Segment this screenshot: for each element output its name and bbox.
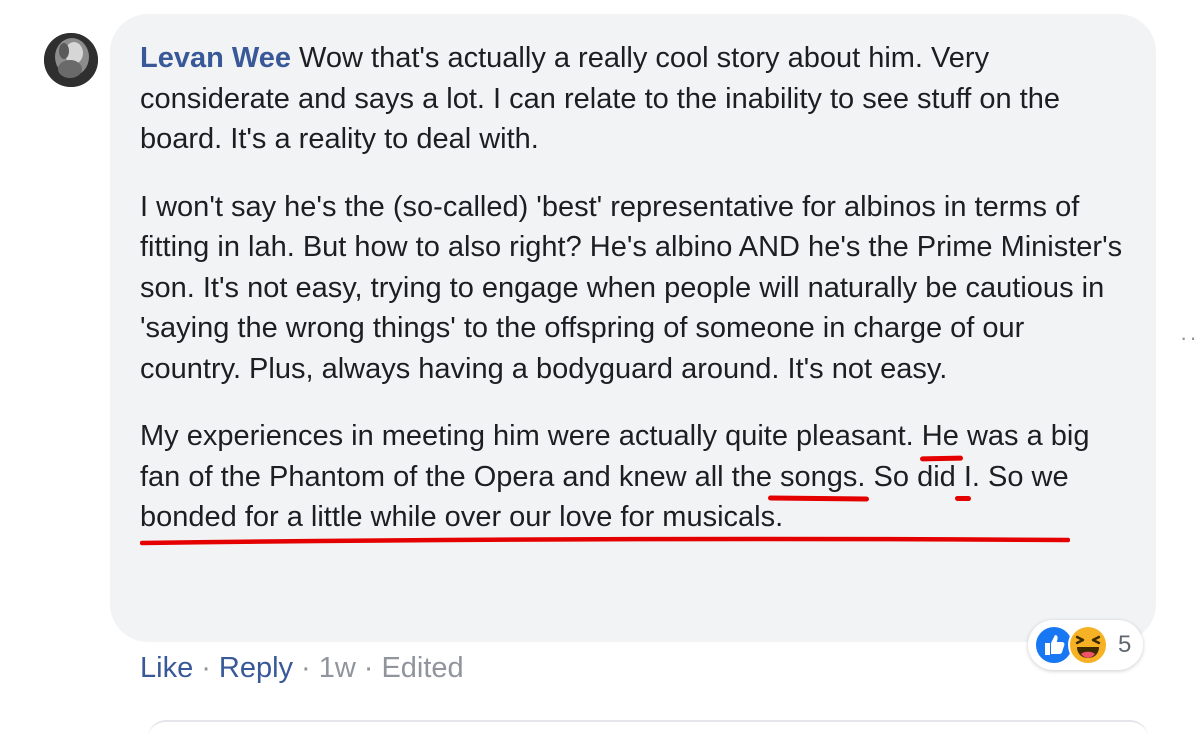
comment-paragraph-2: I won't say he's the (so-called) 'best' … — [140, 190, 1123, 385]
edited-link[interactable]: Edited — [381, 652, 463, 684]
separator: · — [363, 652, 374, 684]
comment-actions: Like · Reply · 1w · Edited — [140, 648, 464, 688]
comment-bubble: Levan Wee Wow that's actually a really c… — [110, 14, 1156, 642]
underlined-text: He — [921, 420, 959, 452]
next-comment-edge — [148, 720, 1148, 742]
comment-author-link[interactable]: Levan Wee — [140, 42, 291, 74]
comment-paragraph-1: Levan Wee Wow that's actually a really c… — [140, 38, 1128, 160]
like-link[interactable]: Like — [140, 652, 193, 684]
comment-paragraph-3: My experiences in meeting him were actua… — [140, 416, 1128, 538]
reply-link[interactable]: Reply — [219, 652, 293, 684]
separator: · — [301, 652, 311, 684]
underlined-text: songs. — [780, 460, 866, 493]
reactions-summary[interactable]: 5 — [1028, 620, 1144, 670]
haha-reaction-icon — [1068, 625, 1108, 665]
reaction-count: 5 — [1118, 631, 1132, 658]
timestamp-link[interactable]: 1w — [319, 652, 356, 684]
avatar-image — [44, 33, 98, 87]
comment-text: My experiences in meeting him were actua… — [140, 420, 922, 452]
avatar[interactable] — [44, 33, 98, 87]
more-options-button[interactable]: ··· — [1180, 325, 1200, 351]
separator: · — [201, 652, 211, 684]
